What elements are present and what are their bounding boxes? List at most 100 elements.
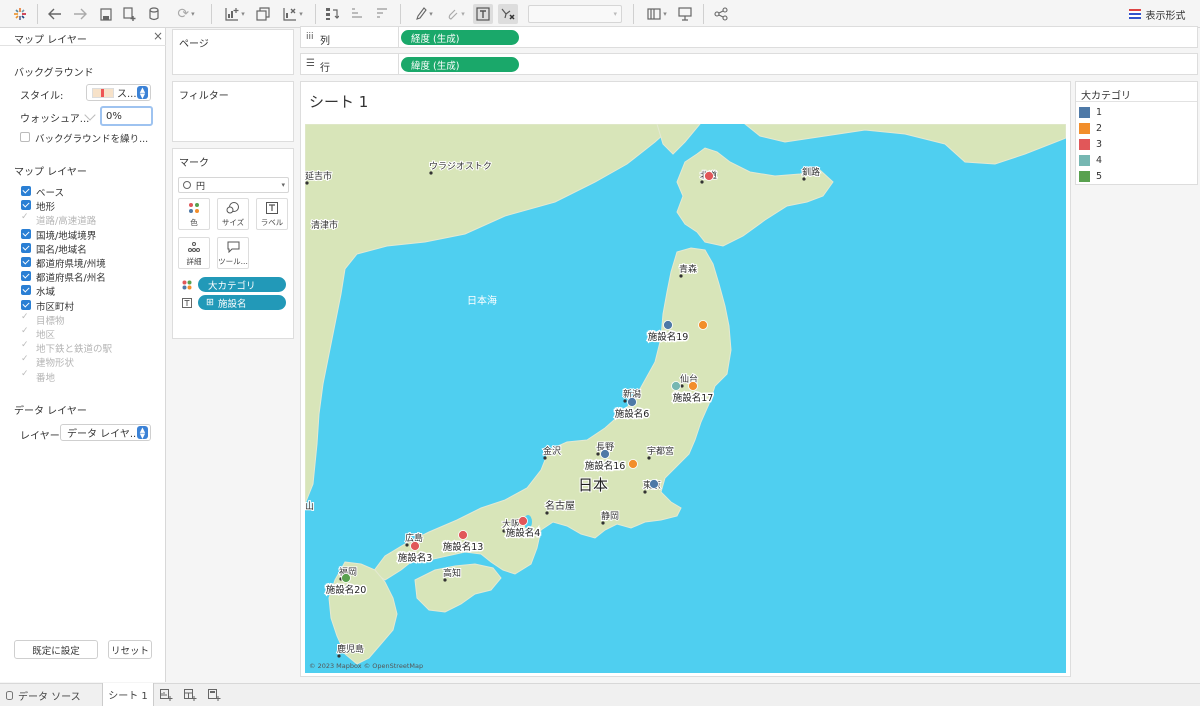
facility-name-pill-label: 施設名 [217, 298, 247, 310]
longitude-pill[interactable]: 経度 (生成) [401, 30, 519, 45]
layer-checkbox[interactable] [21, 285, 31, 296]
set-default-button[interactable]: 既定に設定 [14, 640, 98, 659]
rows-icon: ☰ [306, 58, 315, 69]
facility-name-pill[interactable]: ⊞ 施設名 [198, 295, 286, 310]
format-button[interactable]: 表示形式 [1122, 4, 1192, 24]
facility-marker [341, 573, 351, 583]
share-icon[interactable] [712, 4, 730, 24]
columns-label: 列 [320, 36, 330, 47]
place-label: 日本海 [467, 294, 497, 307]
map-layers-section-title: マップ レイヤー [14, 167, 87, 178]
mark-field-row[interactable]: ⊞ 施設名 [181, 295, 291, 311]
duplicate-sheet-icon[interactable] [254, 4, 272, 24]
layer-label: 目標物 [36, 315, 65, 327]
layer-checkbox [21, 369, 31, 381]
tooltip-button[interactable]: ツール... [217, 237, 249, 269]
pages-card[interactable]: ページ [172, 29, 294, 75]
legend-item[interactable]: 4 [1079, 155, 1102, 166]
style-select[interactable]: ス... ▲ ▼ [86, 84, 151, 101]
repeat-background-label: バックグラウンドを繰り... [35, 134, 149, 145]
color-button[interactable]: 色 [178, 198, 210, 230]
columns-shelf[interactable]: iii 列 経度 (生成) [300, 26, 1198, 48]
mark-type-select[interactable]: 円 ▾ [178, 177, 289, 193]
refresh-icon[interactable]: ⟳ ▾ [171, 4, 201, 24]
legend-label: 4 [1096, 155, 1103, 166]
layer-checkbox[interactable] [21, 257, 31, 267]
legend-item[interactable]: 1 [1079, 107, 1102, 118]
new-sheet-icon[interactable]: ▾ [221, 4, 249, 24]
tooltip-label: ツール... [218, 256, 248, 266]
layer-checkbox[interactable] [21, 186, 31, 196]
tooltip-icon [227, 240, 240, 254]
layer-checkbox[interactable] [21, 228, 31, 239]
rows-shelf[interactable]: ☰ 行 緯度 (生成) [300, 53, 1198, 75]
presentation-icon[interactable] [676, 4, 694, 24]
redo-icon[interactable] [71, 4, 89, 24]
layer-label: レイヤー: [20, 431, 64, 442]
layer-checkbox[interactable] [21, 299, 31, 310]
swap-icon[interactable] [323, 4, 341, 24]
latitude-pill[interactable]: 緯度 (生成) [401, 57, 519, 72]
place-label: 延吉市 [305, 170, 332, 182]
size-icon [226, 201, 240, 215]
label-icon [266, 201, 278, 215]
facility-label: 施設名20 [326, 584, 367, 596]
data-layer-select[interactable]: データ レイヤ... ▲ ▼ [60, 424, 151, 441]
label-button[interactable]: ラベル [256, 198, 288, 230]
stepper-icon: ▲ ▼ [137, 86, 148, 99]
layer-checkbox[interactable] [21, 271, 31, 282]
show-cards-icon[interactable]: ▾ [643, 4, 671, 24]
facility-marker [704, 171, 714, 181]
pages-title: ページ [179, 39, 209, 50]
reset-button[interactable]: リセット [108, 640, 152, 659]
layer-checkbox [21, 312, 31, 324]
fix-axes-icon[interactable] [498, 4, 518, 24]
legend-swatch [1079, 107, 1090, 118]
detail-button[interactable]: 詳細 [178, 237, 210, 269]
new-story-icon[interactable] [208, 684, 221, 706]
tableau-logo-icon[interactable] [11, 4, 29, 24]
pause-update-icon[interactable] [146, 4, 164, 24]
washout-input[interactable]: 0% [100, 106, 153, 126]
sort-desc-icon[interactable] [373, 4, 391, 24]
clear-sheet-icon[interactable]: ▾ [279, 4, 307, 24]
legend-title: 大カテゴリ [1081, 91, 1131, 102]
category-pill[interactable]: 大カテゴリ [198, 277, 286, 292]
layer-label: ベース [36, 188, 65, 199]
new-dashboard-icon[interactable] [184, 684, 197, 706]
mark-field-row[interactable]: 大カテゴリ [181, 277, 291, 293]
panel-title: マップ レイヤー [14, 35, 87, 46]
highlight-icon[interactable]: ▾ [411, 4, 437, 24]
detail-label: 詳細 [186, 256, 202, 266]
layer-checkbox[interactable] [21, 200, 31, 211]
filters-card[interactable]: フィルター [172, 81, 294, 142]
data-layer-value: データ レイヤ... [67, 429, 137, 440]
sheet-tab[interactable]: シート 1 [102, 683, 154, 706]
layer-label: 番地 [36, 372, 56, 384]
save-icon[interactable] [97, 4, 115, 24]
size-button[interactable]: サイズ [217, 198, 249, 230]
legend-item[interactable]: 3 [1079, 139, 1102, 150]
new-data-source-icon[interactable] [121, 4, 139, 24]
sort-asc-icon[interactable] [348, 4, 366, 24]
data-layer-section-title: データ レイヤー [14, 406, 87, 417]
layer-label: 地区 [36, 330, 56, 341]
legend-item[interactable]: 5 [1079, 171, 1102, 182]
undo-icon[interactable] [46, 4, 64, 24]
fit-dropdown[interactable]: ▾ [528, 5, 622, 23]
close-icon[interactable]: × [153, 29, 163, 43]
data-source-tab[interactable]: データ ソース [6, 684, 81, 706]
repeat-background-checkbox[interactable] [20, 132, 30, 142]
place-label: 静岡 [601, 510, 619, 522]
map[interactable]: ウラジオストク延吉市清津市北道釧路青森日本海新潟仙台長野金沢宇都宮日本東京名古屋… [305, 124, 1066, 673]
new-worksheet-icon[interactable] [160, 684, 173, 706]
layer-checkbox[interactable] [21, 242, 31, 253]
map-credit: © 2023 Mapbox © OpenStreetMap [309, 662, 423, 670]
layer-checkbox [21, 212, 31, 224]
layer-label: 水域 [36, 287, 56, 299]
facility-marker [600, 449, 610, 459]
group-icon[interactable]: ▾ [443, 4, 469, 24]
legend-item[interactable]: 2 [1079, 123, 1102, 134]
labels-icon[interactable] [473, 4, 493, 24]
layer-checkbox [21, 354, 31, 366]
